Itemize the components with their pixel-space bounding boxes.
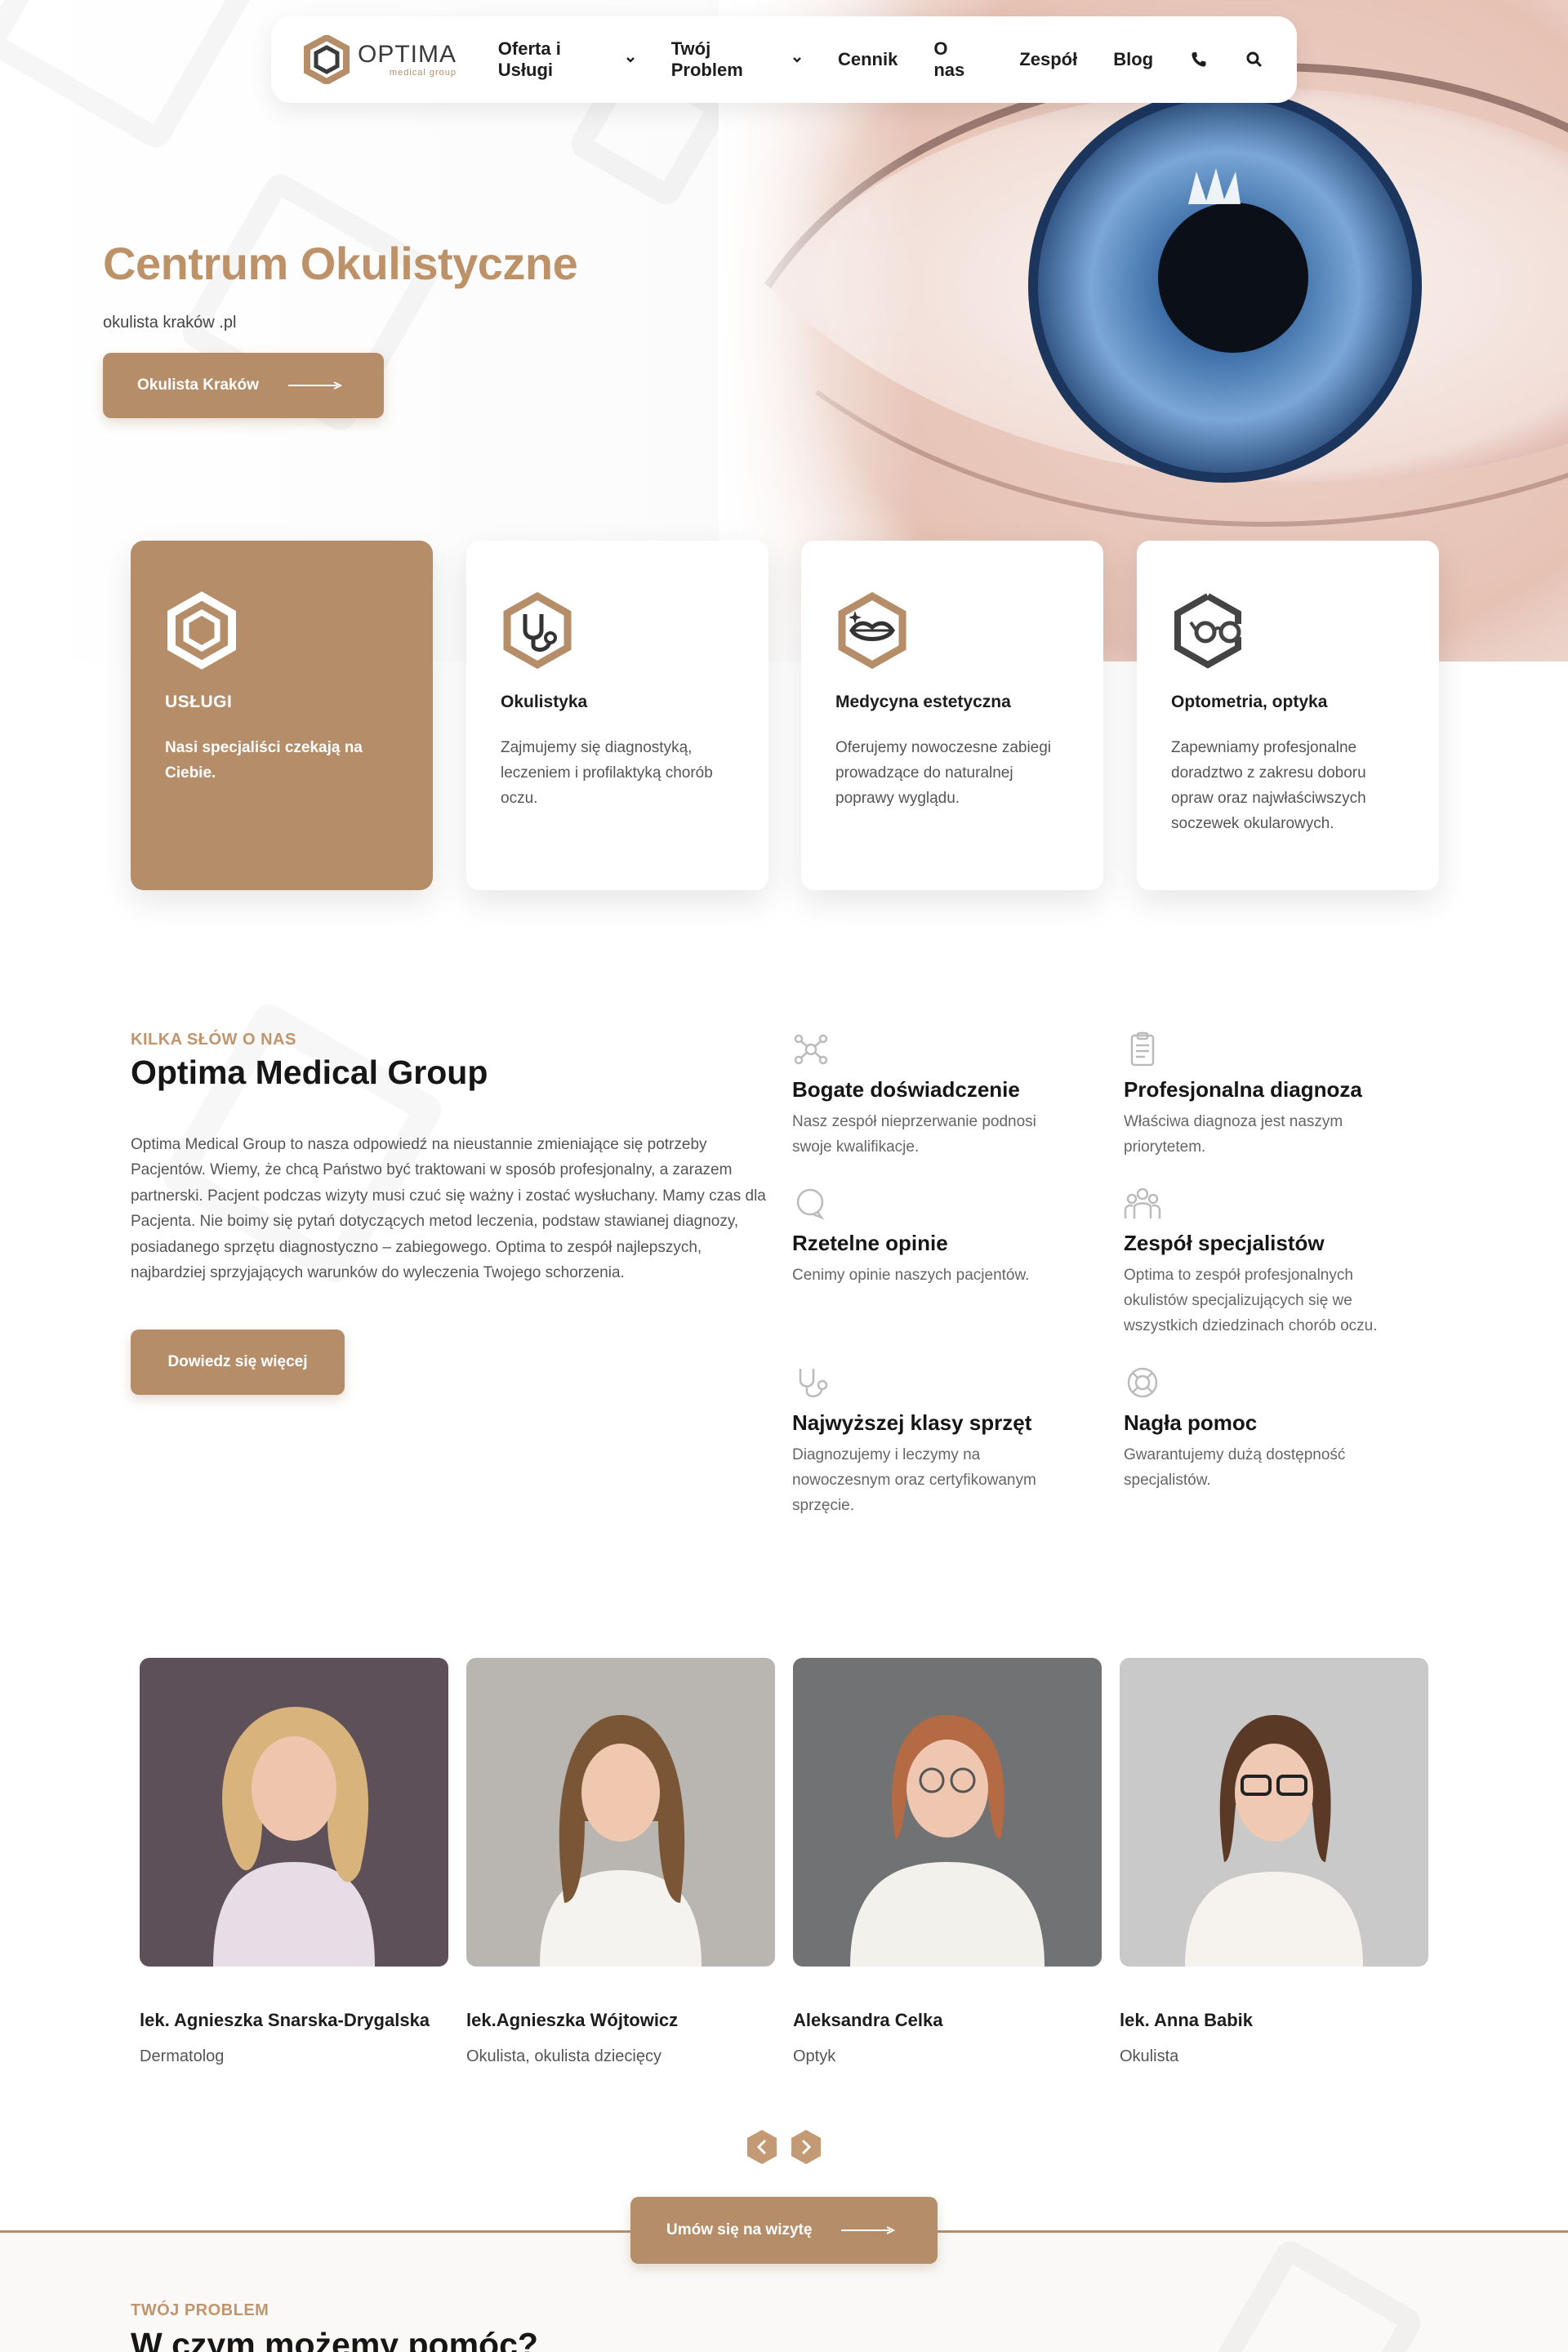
arrow-right-icon [841,2226,896,2234]
nav-item-label: Oferta i Usługi [497,38,561,80]
feature-text: Optima to zespół profesjonalnych okulist… [1124,1267,1378,1334]
feature-title: Profesjonalna diagnoza [1124,1077,1362,1102]
okulista-krakow-button[interactable]: Okulista Kraków [103,353,384,418]
carousel-next-button[interactable] [789,2128,823,2166]
member-name: Aleksandra Celka [793,2010,943,2030]
member-name: lek.Agnieszka Wójtowicz [466,2010,679,2030]
about-title: Optima Medical Group [131,1054,488,1091]
hero-subtitle: okulista kraków .pl [103,314,237,332]
about-eyebrow: KILKA SŁÓW O NAS [131,1031,296,1049]
carousel-prev-button[interactable] [745,2128,779,2166]
doctor-photo [1120,1658,1428,1967]
button-label: Umów się na wizytę [666,2221,813,2238]
nav-o-nas[interactable]: O nas [933,38,983,81]
about-text: Optima Medical Group to nasza odpowiedź … [131,1136,766,1282]
member-role: Optyk [793,2047,836,2065]
doctor-photo [466,1658,775,1967]
feature-bogate-doswiadczenie: Bogate doświadczenie Nasz zespół nieprze… [792,1031,1078,1160]
nav-twoj-problem[interactable]: Twój Problem [671,38,802,81]
service-card-okulistyka[interactable]: Okulistyka Zajmujemy się diagnostyką, le… [466,541,768,890]
feature-text: Cenimy opinie naszych pacjentów. [792,1267,1030,1284]
molecule-icon [794,1034,828,1065]
team-member-card[interactable]: lek. Anna Babik Okulista [1120,1658,1428,2066]
optima-logo-icon [304,35,350,84]
card-text: Oferujemy nowoczesne zabiegi prowadzące … [835,739,1052,807]
nav-item-label: Twój Problem [670,38,743,80]
hero-title: Centrum Okulistyczne [103,238,578,289]
doctor-photo [793,1658,1102,1967]
main-navigation: OPTIMA medical group Oferta i Usługi Twó… [271,16,1297,103]
feature-title: Nagła pomoc [1124,1410,1258,1435]
dowiedz-sie-wiecej-button[interactable]: Dowiedz się więcej [131,1330,345,1395]
button-label: Okulista Kraków [137,376,259,394]
team-member-card[interactable]: Aleksandra Celka Optyk [793,1658,1102,2066]
card-title: USŁUGI [165,693,233,711]
nav-oferta-i-uslugi[interactable]: Oferta i Usługi [498,38,635,81]
member-name: lek. Anna Babik [1120,2010,1254,2030]
stethoscope-small-icon [799,1369,828,1397]
feature-text: Nasz zespół nieprzerwanie podnosi swoje … [792,1113,1036,1156]
team-icon [1124,1187,1161,1218]
hexagon-logo-icon [167,591,236,670]
stethoscope-icon [503,591,572,670]
nav-cennik[interactable]: Cennik [838,49,898,70]
member-role: Okulista [1120,2047,1179,2065]
card-title: Optometria, optyka [1171,693,1328,711]
feature-text: Diagnozujemy i leczymy na nowoczesnym or… [792,1446,1036,1514]
hexagon-decoration [0,0,268,154]
chat-bubble-icon [796,1188,825,1220]
feature-title: Rzetelne opinie [792,1231,948,1255]
feature-title: Najwyższej klasy sprzęt [792,1410,1032,1435]
card-title: Okulistyka [501,693,588,711]
clipboard-icon [1130,1031,1155,1067]
feature-title: Bogate doświadczenie [792,1077,1020,1102]
chevron-down-icon [626,57,635,63]
umow-sie-na-wizyte-button[interactable]: Umów się na wizytę [630,2197,938,2264]
member-role: Dermatolog [140,2047,225,2065]
team-member-card[interactable]: lek. Agnieszka Snarska-Drygalska Dermato… [140,1658,448,2066]
service-card-uslugi[interactable]: USŁUGI Nasi specjaliści czekają na Ciebi… [131,541,433,890]
problem-eyebrow: TWÓJ PROBLEM [131,2301,270,2319]
feature-text: Właściwa diagnoza jest naszym priorytete… [1124,1113,1343,1156]
team-member-card[interactable]: lek.Agnieszka Wójtowicz Okulista, okulis… [466,1658,775,2066]
member-role: Okulista, okulista dziecięcy [466,2047,662,2065]
problem-title: W czym możemy pomóc? [131,2326,538,2352]
feature-zespol-specjalistow: Zespół specjalistów Optima to zespół pro… [1124,1184,1410,1339]
nav-zespol[interactable]: Zespół [1019,49,1077,70]
feature-profesjonalna-diagnoza: Profesjonalna diagnoza Właściwa diagnoza… [1124,1031,1410,1160]
card-text: Nasi specjaliści czekają na Ciebie. [165,739,363,782]
feature-nagla-pomoc: Nagła pomoc Gwarantujemy dużą dostępność… [1124,1364,1410,1493]
optima-logo[interactable]: OPTIMA medical group [304,35,459,84]
lips-icon [838,591,906,670]
feature-rzetelne-opinie: Rzetelne opinie Cenimy opinie naszych pa… [792,1184,1078,1288]
logo-subtitle: medical group [389,67,457,78]
chevron-down-icon [793,57,801,63]
arrow-right-icon [287,381,342,390]
doctor-photo [140,1658,448,1967]
card-text: Zajmujemy się diagnostyką, leczeniem i p… [501,739,713,807]
search-icon[interactable] [1245,50,1264,69]
phone-icon[interactable] [1189,50,1209,69]
feature-najwyzszej-klasy-sprzet: Najwyższej klasy sprzęt Diagnozujemy i l… [792,1364,1078,1518]
feature-text: Gwarantujemy dużą dostępność specjalistó… [1124,1446,1346,1489]
hexagon-decoration [1203,2235,1426,2352]
glasses-icon [1174,593,1241,669]
logo-name: OPTIMA [358,40,457,68]
service-card-optometria[interactable]: Optometria, optyka Zapewniamy profesjona… [1137,541,1439,890]
lifebuoy-icon [1127,1367,1158,1398]
feature-title: Zespół specjalistów [1124,1231,1325,1255]
card-title: Medycyna estetyczna [835,693,1011,711]
member-name: lek. Agnieszka Snarska-Drygalska [140,2010,430,2030]
service-card-medycyna-estetyczna[interactable]: Medycyna estetyczna Oferujemy nowoczesne… [801,541,1103,890]
nav-blog[interactable]: Blog [1113,49,1153,70]
card-text: Zapewniamy profesjonalne doradztwo z zak… [1171,739,1366,832]
